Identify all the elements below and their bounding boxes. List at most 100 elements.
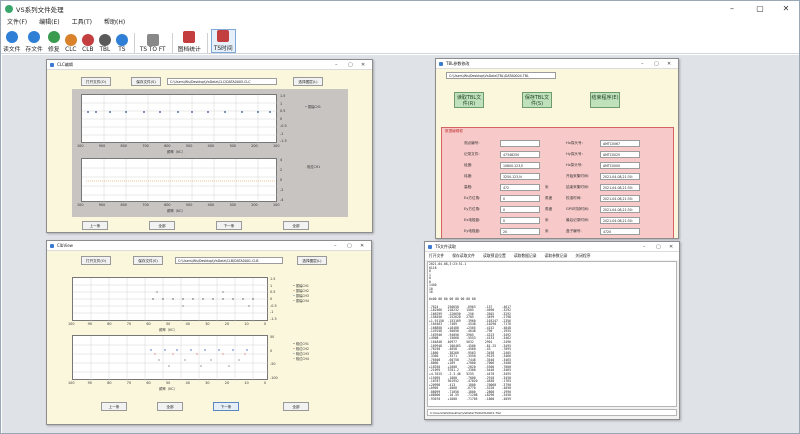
clb-save-file-button[interactable]: 保存文件(S) bbox=[133, 256, 163, 265]
clb-path-field[interactable]: C:\Users\Ws\Desktop\VsData\CLB\DATA0001.… bbox=[175, 257, 283, 264]
clc-select-layer-button[interactable]: 选择图层(L) bbox=[293, 77, 323, 86]
tbl-close-button[interactable]: ✕ bbox=[667, 59, 671, 69]
menu-help[interactable]: 帮助(H) bbox=[98, 16, 131, 28]
toolbar-ts-time-button[interactable]: TS时间 bbox=[210, 29, 236, 53]
field-input[interactable]: 4720 bbox=[600, 228, 640, 235]
ts-menu-item[interactable]: 读取预设位置 bbox=[479, 252, 510, 260]
ts-icon bbox=[115, 34, 128, 46]
clc-close-button[interactable]: ✕ bbox=[361, 60, 365, 70]
field-input[interactable]: 0 bbox=[500, 217, 540, 224]
toolbar-statistics-button[interactable]: 图档统计 bbox=[176, 31, 203, 53]
minimize-button[interactable]: – bbox=[723, 1, 741, 16]
clc-next-button[interactable]: 下一条 bbox=[216, 221, 242, 230]
clb-legend-phase: • 相位CH1 • 相位CH2 • 相位CH3 • 相位CH4 bbox=[293, 341, 333, 371]
clc-path-field[interactable]: C:\Users\Ws\Desktop\VsData\CLC\DATA0005.… bbox=[167, 78, 277, 85]
clb-window: ClbView – ▢ ✕ 打开文件(O) 保存文件(S) C:\Users\W… bbox=[46, 240, 372, 425]
x-tick-label: 200 bbox=[251, 144, 258, 148]
menu-file[interactable]: 文件(F) bbox=[1, 16, 33, 28]
toolbar-tbl-button[interactable]: TBL bbox=[97, 34, 113, 53]
tbl-maximize-button[interactable]: ▢ bbox=[654, 59, 659, 69]
ts-text-area[interactable]: 2021-04-08,3:23:51.1 0118 0 1 0 0 1440 10 16 0x00… bbox=[427, 261, 677, 407]
toolbar-ts-button[interactable]: TS bbox=[114, 34, 130, 53]
ts-menu-item[interactable]: 读取数据记录 bbox=[510, 252, 541, 260]
toolbar-clc-button[interactable]: CLC bbox=[63, 34, 79, 53]
toolbar-ts-to-ft-button[interactable]: TS TO FT bbox=[138, 34, 168, 53]
clc-open-file-button[interactable]: 打开文件(O) bbox=[81, 77, 111, 86]
clb-minimize-button[interactable]: – bbox=[334, 241, 337, 251]
toolbar-label: TS时间 bbox=[213, 46, 233, 52]
field-label: 盒子编号: bbox=[566, 229, 582, 233]
clc-maximize-button[interactable]: ▢ bbox=[348, 60, 353, 70]
x-tick-label: 300 bbox=[229, 203, 236, 207]
tbl-read-button[interactable]: 读取TBL文件(R) bbox=[454, 92, 484, 108]
ts-menu-item[interactable]: 关闭程序 bbox=[571, 252, 594, 260]
clb-maximize-button[interactable]: ▢ bbox=[347, 241, 352, 251]
clc-save-file-button[interactable]: 保存文件(S) bbox=[131, 77, 161, 86]
field-input[interactable]: AMTC0025 bbox=[600, 151, 640, 158]
field-input[interactable]: 47348250 bbox=[500, 151, 540, 158]
field-input[interactable]: 2021-04-08,21:30: bbox=[600, 184, 640, 191]
field-input[interactable]: 2021-04-08,21:30: bbox=[600, 173, 640, 180]
y-tick-label: -1 bbox=[270, 310, 274, 315]
clb-select-layer-button[interactable]: 选择图层(L) bbox=[297, 256, 327, 265]
toolbar-separator bbox=[131, 33, 135, 53]
toolbar-save-file-button[interactable]: 存文件 bbox=[23, 31, 44, 53]
field-input[interactable]: 2021-04-08,21:30: bbox=[600, 206, 640, 213]
field-input[interactable]: 3250.123,N bbox=[500, 173, 540, 180]
ts-menu-item[interactable]: 读取参数记录 bbox=[541, 252, 572, 260]
toolbar: 读文件 存文件 修复 CLC CLB TBL TS TS TO FT 图档统计 TS时间 bbox=[1, 29, 799, 54]
toolbar-clb-button[interactable]: CLB bbox=[80, 34, 96, 53]
ts-close-button[interactable]: ✕ bbox=[669, 242, 673, 252]
field-unit: 米 bbox=[545, 185, 549, 189]
close-button[interactable]: ✕ bbox=[777, 1, 795, 16]
clb-open-file-button[interactable]: 打开文件(O) bbox=[81, 256, 111, 265]
field-input[interactable]: 0 bbox=[500, 195, 540, 202]
field-input[interactable]: AMTC0000 bbox=[600, 162, 640, 169]
toolbar-label: TBL bbox=[99, 47, 111, 53]
tbl-path-field[interactable]: C:\Users\Ws\Desktop\VsData\TBL\DATA0004.… bbox=[446, 72, 556, 79]
clb-amplitude-chart bbox=[73, 278, 269, 322]
y-tick-label: 0 bbox=[270, 348, 273, 353]
ts-menu-item[interactable]: 保存读取文件 bbox=[448, 252, 479, 260]
ts-minimize-button[interactable]: – bbox=[643, 242, 646, 252]
tbl-panel-title: 数据编辑框 bbox=[445, 129, 463, 133]
y-tick-label: -1.5 bbox=[270, 317, 277, 321]
ts-menu-item[interactable]: 打开文件 bbox=[425, 252, 448, 260]
ts-text-line: -93070 +1000 -71705 -1800 -4059 bbox=[429, 396, 511, 401]
tbl-minimize-button[interactable]: – bbox=[641, 59, 644, 69]
menu-edit[interactable]: 编辑(E) bbox=[33, 16, 65, 28]
ts-window: TS文件读取 – ▢ ✕ 打开文件 保存读取文件 读取预设位置 读取数据记录 读取参数记… bbox=[424, 241, 680, 420]
clc-y-ticks-top: 1.5 1 0.5 0 -0.5 -1 -1.5 bbox=[280, 94, 292, 143]
x-tick-label: 800 bbox=[120, 203, 128, 207]
maximize-button[interactable]: ▢ bbox=[751, 1, 769, 16]
field-input[interactable]: 2021-04-08,21:30: bbox=[600, 217, 640, 224]
clb-prev-button[interactable]: 上一条 bbox=[101, 402, 127, 411]
field-input[interactable]: AMTC0067 bbox=[600, 140, 640, 147]
clb-next-button[interactable]: 下一条 bbox=[213, 402, 239, 411]
field-input[interactable]: 472 bbox=[500, 184, 540, 191]
clb-close-button[interactable]: ✕ bbox=[360, 241, 364, 251]
clb-all-button-1[interactable]: 全部 bbox=[157, 402, 183, 411]
field-input[interactable]: 2021-04-08,21:30: bbox=[600, 195, 640, 202]
ts-maximize-button[interactable]: ▢ bbox=[656, 242, 661, 252]
toolbar-repair-button[interactable]: 修复 bbox=[46, 31, 62, 53]
clb-title: ClbView bbox=[57, 243, 73, 248]
clc-prev-button[interactable]: 上一条 bbox=[82, 221, 108, 230]
field-input[interactable]: 20 bbox=[500, 228, 540, 235]
field-label: GPS时钟时间: bbox=[566, 207, 589, 211]
tbl-exit-button[interactable]: 结束程序(E) bbox=[590, 92, 620, 108]
field-input[interactable]: 10800.123,E bbox=[500, 162, 540, 169]
x-tick-label: 90 bbox=[87, 381, 92, 385]
menu-tools[interactable]: 工具(T) bbox=[66, 16, 98, 28]
field-input[interactable] bbox=[500, 140, 540, 147]
clc-minimize-button[interactable]: – bbox=[335, 60, 338, 70]
clb-all-button-2[interactable]: 全部 bbox=[283, 402, 309, 411]
toolbar-open-file-button[interactable]: 读文件 bbox=[1, 31, 22, 53]
clc-all-button-1[interactable]: 全部 bbox=[149, 221, 175, 230]
tbl-save-button[interactable]: 保存TBL文件(S) bbox=[522, 92, 552, 108]
field-input[interactable]: 0 bbox=[500, 206, 540, 213]
x-tick-label: 30 bbox=[205, 381, 210, 385]
clc-all-button-2[interactable]: 全部 bbox=[283, 221, 309, 230]
clc-x-label-bottom: 频率（KC） bbox=[167, 209, 185, 213]
x-tick-label: 700 bbox=[142, 203, 149, 207]
